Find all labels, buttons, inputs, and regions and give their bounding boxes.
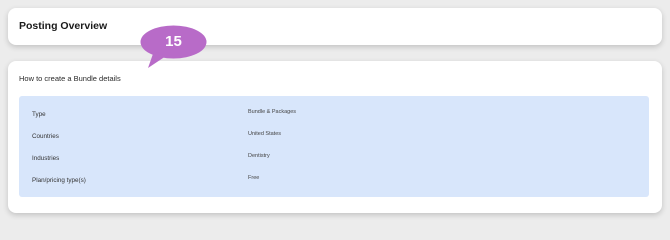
bundle-details-card: How to create a Bundle details Type Bund… — [8, 61, 662, 213]
step-callout-bubble: 15 — [140, 25, 207, 68]
detail-value: Free — [248, 175, 260, 181]
page-title: Posting Overview — [19, 20, 108, 32]
detail-label: Type — [32, 111, 46, 118]
detail-value: Dentistry — [248, 153, 270, 159]
step-number: 15 — [165, 33, 182, 50]
detail-row-type: Type Bundle & Packages — [19, 102, 649, 124]
details-panel: Type Bundle & Packages Countries United … — [19, 96, 649, 197]
section-title: How to create a Bundle details — [19, 74, 121, 83]
detail-row-industries: Industries Dentistry — [19, 146, 649, 168]
detail-row-countries: Countries United States — [19, 124, 649, 146]
detail-label: Plan/pricing type(s) — [32, 177, 86, 184]
detail-label: Countries — [32, 133, 59, 140]
posting-overview-header-card: Posting Overview — [8, 8, 662, 45]
detail-value: United States — [248, 131, 282, 137]
detail-row-plan-pricing: Plan/pricing type(s) Free — [19, 168, 649, 190]
detail-value: Bundle & Packages — [248, 109, 297, 115]
detail-label: Industries — [32, 155, 60, 162]
